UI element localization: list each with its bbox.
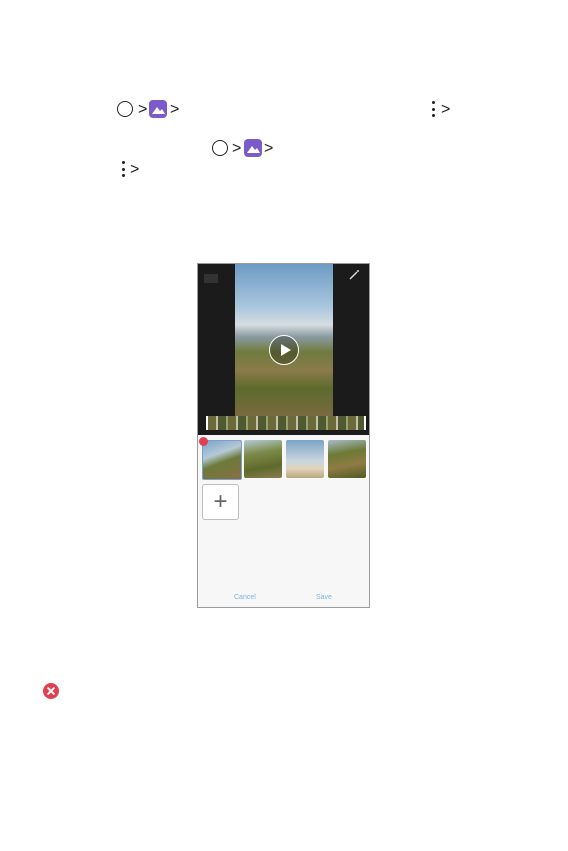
chevron-right-icon: > bbox=[130, 161, 140, 178]
chevron-right-icon: > bbox=[138, 101, 148, 118]
remove-clip-icon[interactable] bbox=[199, 437, 208, 446]
delete-icon bbox=[43, 683, 59, 699]
video-timeline-strip[interactable] bbox=[206, 416, 366, 430]
gallery-icon bbox=[244, 139, 262, 157]
play-button[interactable] bbox=[269, 335, 299, 365]
gallery-icon bbox=[149, 100, 167, 118]
back-arrow-icon[interactable] bbox=[204, 274, 218, 283]
chevron-right-icon: > bbox=[264, 140, 274, 157]
video-frame bbox=[235, 264, 333, 416]
more-options-icon bbox=[121, 161, 125, 177]
home-circle-icon bbox=[212, 140, 228, 156]
home-circle-icon bbox=[117, 101, 133, 117]
magic-wand-icon[interactable] bbox=[348, 269, 360, 281]
clip-thumbnail[interactable] bbox=[244, 440, 282, 478]
more-options-icon bbox=[431, 101, 435, 117]
chevron-right-icon: > bbox=[441, 101, 451, 118]
clip-thumbnail[interactable] bbox=[286, 440, 324, 478]
chevron-right-icon: > bbox=[232, 140, 242, 157]
clip-thumbnail[interactable] bbox=[202, 440, 242, 480]
phone-screenshot: + Cancel Save bbox=[197, 263, 370, 608]
cancel-button[interactable]: Cancel bbox=[234, 594, 256, 601]
clip-thumbnail[interactable] bbox=[328, 440, 366, 478]
video-preview-area bbox=[198, 264, 369, 435]
add-clip-button[interactable]: + bbox=[202, 484, 239, 520]
chevron-right-icon: > bbox=[170, 101, 180, 118]
save-button[interactable]: Save bbox=[316, 594, 332, 601]
